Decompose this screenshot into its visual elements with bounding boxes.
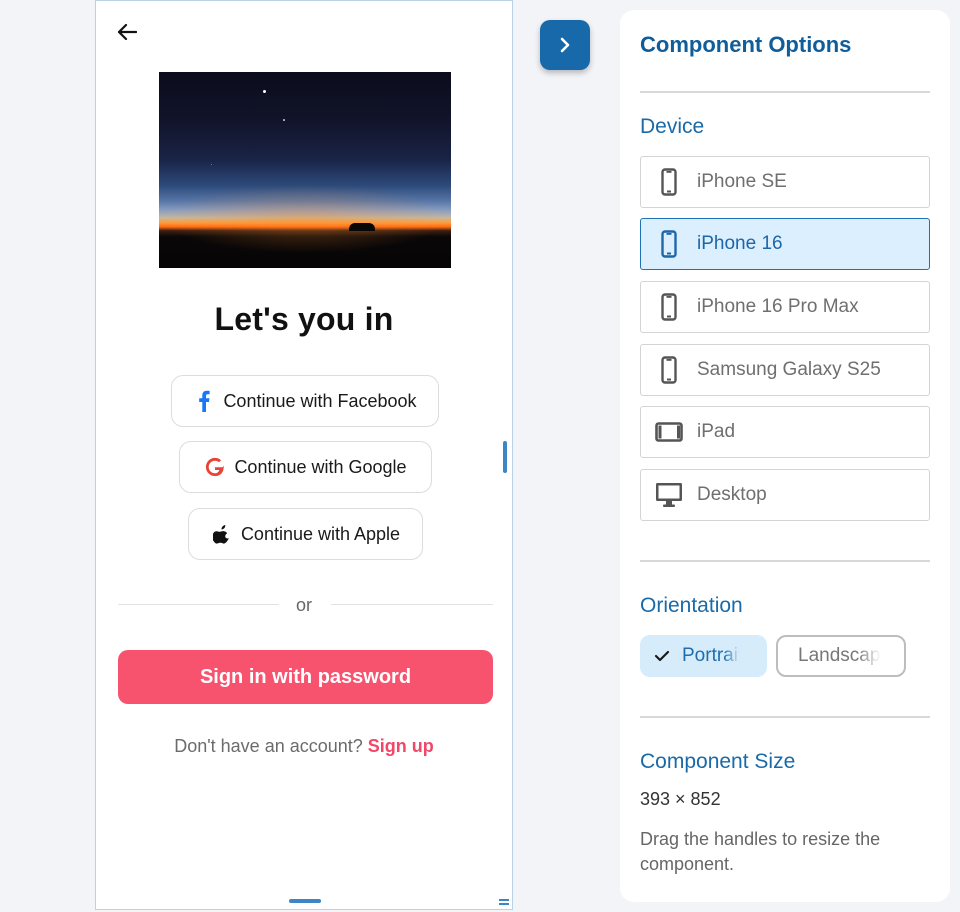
- panel-divider: [640, 91, 930, 93]
- phone-icon: [641, 168, 697, 196]
- component-size-value: 393 × 852: [640, 789, 721, 809]
- device-section-label: Device: [640, 115, 705, 138]
- continue-with-google-button[interactable]: Continue with Google: [179, 441, 432, 493]
- resize-handle-bottom[interactable]: [289, 899, 321, 903]
- no-account-text: Don't have an account?: [174, 736, 368, 756]
- or-separator: or: [295, 595, 312, 615]
- orientation-landscape-button[interactable]: Landscape: [776, 635, 906, 677]
- divider-right: [331, 604, 493, 605]
- google-button-label: Continue with Google: [234, 456, 407, 477]
- resize-handle-corner[interactable]: [499, 899, 509, 905]
- continue-with-apple-button[interactable]: Continue with Apple: [188, 508, 423, 560]
- device-option-samsung-galaxy-s25[interactable]: Samsung Galaxy S25: [640, 344, 930, 396]
- device-option-label: iPhone 16: [697, 233, 783, 254]
- desktop-icon: [641, 482, 697, 508]
- page-title: Let's you in: [214, 301, 394, 337]
- chevron-right-icon: [560, 37, 570, 53]
- apple-icon: [211, 523, 233, 545]
- device-option-iphone-se[interactable]: iPhone SE: [640, 156, 930, 208]
- device-option-iphone-16-pro-max[interactable]: iPhone 16 Pro Max: [640, 281, 930, 333]
- device-preview-frame: Let's you in Continue with Facebook Cont…: [95, 0, 513, 910]
- panel-divider: [640, 560, 930, 562]
- component-size-label: Component Size: [640, 750, 796, 773]
- facebook-icon: [193, 390, 215, 412]
- phone-icon: [641, 230, 697, 258]
- device-option-label: iPhone 16 Pro Max: [697, 296, 859, 317]
- facebook-button-label: Continue with Facebook: [223, 390, 417, 411]
- orientation-portrait-label: Portrait: [682, 645, 742, 666]
- panel-divider: [640, 716, 930, 718]
- phone-icon: [641, 293, 697, 321]
- device-option-desktop[interactable]: Desktop: [640, 469, 930, 521]
- continue-with-facebook-button[interactable]: Continue with Facebook: [171, 375, 439, 427]
- device-option-label: iPad: [697, 421, 736, 442]
- resize-handle-right[interactable]: [503, 441, 507, 473]
- phone-icon: [641, 356, 697, 384]
- orientation-landscape-label: Landscape: [798, 645, 884, 666]
- google-icon: [204, 456, 226, 478]
- device-option-label: Samsung Galaxy S25: [697, 359, 881, 380]
- panel-title: Component Options: [640, 32, 852, 57]
- component-options-panel: Component Options Device iPhone SE iPhon…: [620, 10, 950, 902]
- device-option-iphone-16[interactable]: iPhone 16: [640, 218, 930, 270]
- orientation-portrait-button[interactable]: Portrait: [640, 635, 767, 677]
- sign-in-with-password-button[interactable]: Sign in with password: [118, 650, 493, 704]
- resize-hint-text: Drag the handles to resize the component…: [640, 829, 881, 874]
- device-option-ipad[interactable]: iPad: [640, 406, 930, 458]
- apple-button-label: Continue with Apple: [240, 523, 401, 544]
- toggle-panel-button[interactable]: [540, 20, 590, 70]
- back-arrow-icon[interactable]: [114, 19, 140, 45]
- signup-prompt: Don't have an account? Sign up: [96, 736, 512, 757]
- sign-up-link[interactable]: Sign up: [368, 736, 434, 756]
- device-option-label: iPhone SE: [697, 171, 787, 192]
- hero-image: [159, 72, 451, 268]
- device-option-label: Desktop: [697, 484, 767, 505]
- tablet-icon: [641, 422, 697, 442]
- orientation-section-label: Orientation: [640, 594, 743, 617]
- check-icon: [654, 650, 670, 662]
